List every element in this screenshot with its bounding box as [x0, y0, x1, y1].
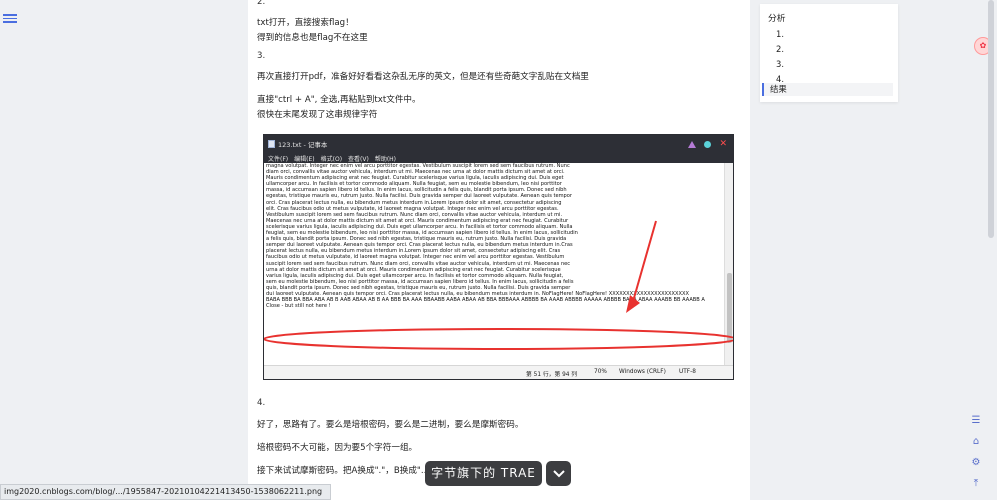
menu-file: 文件(F) — [268, 155, 289, 163]
paragraph: 培根密码不大可能，因为要5个字符一组。 — [257, 443, 418, 453]
step-number: 3. — [257, 51, 266, 61]
notepad-titlebar: 123.txt - 记事本 ✕ — [264, 135, 733, 153]
notepad-statusbar: 第 51 行，第 94 列 70% Windows (CRLF) UTF-8 — [264, 365, 733, 379]
encoding: UTF-8 — [679, 369, 696, 375]
home-icon[interactable]: ⌂ — [966, 431, 986, 451]
notepad-menu: 文件(F) 编辑(E) 格式(O) 查看(V) 帮助(H) — [264, 153, 733, 163]
notepad-screenshot: 123.txt - 记事本 ✕ 文件(F) 编辑(E) 格式(O) 查看(V) … — [263, 134, 734, 380]
cursor-position: 第 51 行，第 94 列 — [526, 372, 578, 378]
toc-item[interactable]: 2. — [776, 44, 784, 54]
menu-icon[interactable] — [3, 12, 17, 26]
step-number: 2. — [257, 0, 266, 7]
trae-watermark: 字节旗下的 TRAE — [425, 461, 542, 486]
document-icon — [268, 140, 275, 148]
paragraph: 得到的信息也是flag不在这里 — [257, 33, 368, 43]
close-icon: ✕ — [719, 138, 727, 149]
settings-icon[interactable]: ⚙ — [966, 452, 986, 472]
table-of-contents: 分析 1. 2. 3. 4. 结果 — [760, 4, 898, 102]
zoom-level: 70% — [594, 369, 607, 375]
line-ending: Windows (CRLF) — [619, 369, 666, 375]
notepad-title: 123.txt - 记事本 — [278, 141, 328, 149]
paragraph: 再次直接打开pdf，准备好好看看这杂乱无序的英文，但是还有些奇葩文字乱贴在文档里 — [257, 72, 589, 82]
back-to-top-icon[interactable]: ⤒ — [966, 473, 986, 493]
status-url: img2020.cnblogs.com/blog/.../1955847-202… — [0, 484, 331, 500]
paragraph: 很快在末尾发现了这串规律字符 — [257, 110, 378, 120]
step-number: 4. — [257, 398, 266, 408]
minimize-icon — [688, 140, 697, 148]
paragraph: txt打开，直接搜索flag！ — [257, 18, 354, 28]
side-toolbar: ☰ ⌂ ⚙ ⤒ — [966, 410, 988, 494]
paragraph: 直接"ctrl + A", 全选,再粘贴到txt文件中。 — [257, 95, 421, 105]
text-line: BABA BBB BA BBA ABA AB B AAB ABAA AB B A… — [266, 297, 705, 304]
menu-view: 查看(V) — [348, 155, 369, 163]
toc-item[interactable]: 3. — [776, 59, 784, 69]
menu-format: 格式(O) — [320, 155, 343, 163]
paragraph: 好了，思路有了。要么是培根密码，要么是二进制，要么是摩斯密码。 — [257, 420, 524, 430]
chevron-down-icon — [552, 469, 565, 477]
notepad-text: magna volutpat. Integer nec enim vel arc… — [266, 163, 723, 365]
maximize-icon — [704, 140, 712, 148]
toc-item[interactable]: 1. — [776, 29, 784, 39]
toc-item-active[interactable]: 结果 — [762, 83, 893, 96]
text-line: Close - but still not here ! — [266, 303, 331, 310]
list-icon[interactable]: ☰ — [966, 410, 986, 430]
menu-edit: 编辑(E) — [294, 155, 315, 163]
paragraph: 接下来试试摩斯密码。把A换成"."，B换成"... — [257, 466, 430, 476]
chevron-down-button[interactable] — [546, 461, 571, 486]
notepad-scrollbar — [724, 163, 733, 365]
article-content: 2. txt打开，直接搜索flag！ 得到的信息也是flag不在这里 3. 再次… — [248, 0, 750, 500]
toc-title[interactable]: 分析 — [768, 11, 786, 24]
menu-help: 帮助(H) — [374, 155, 397, 163]
